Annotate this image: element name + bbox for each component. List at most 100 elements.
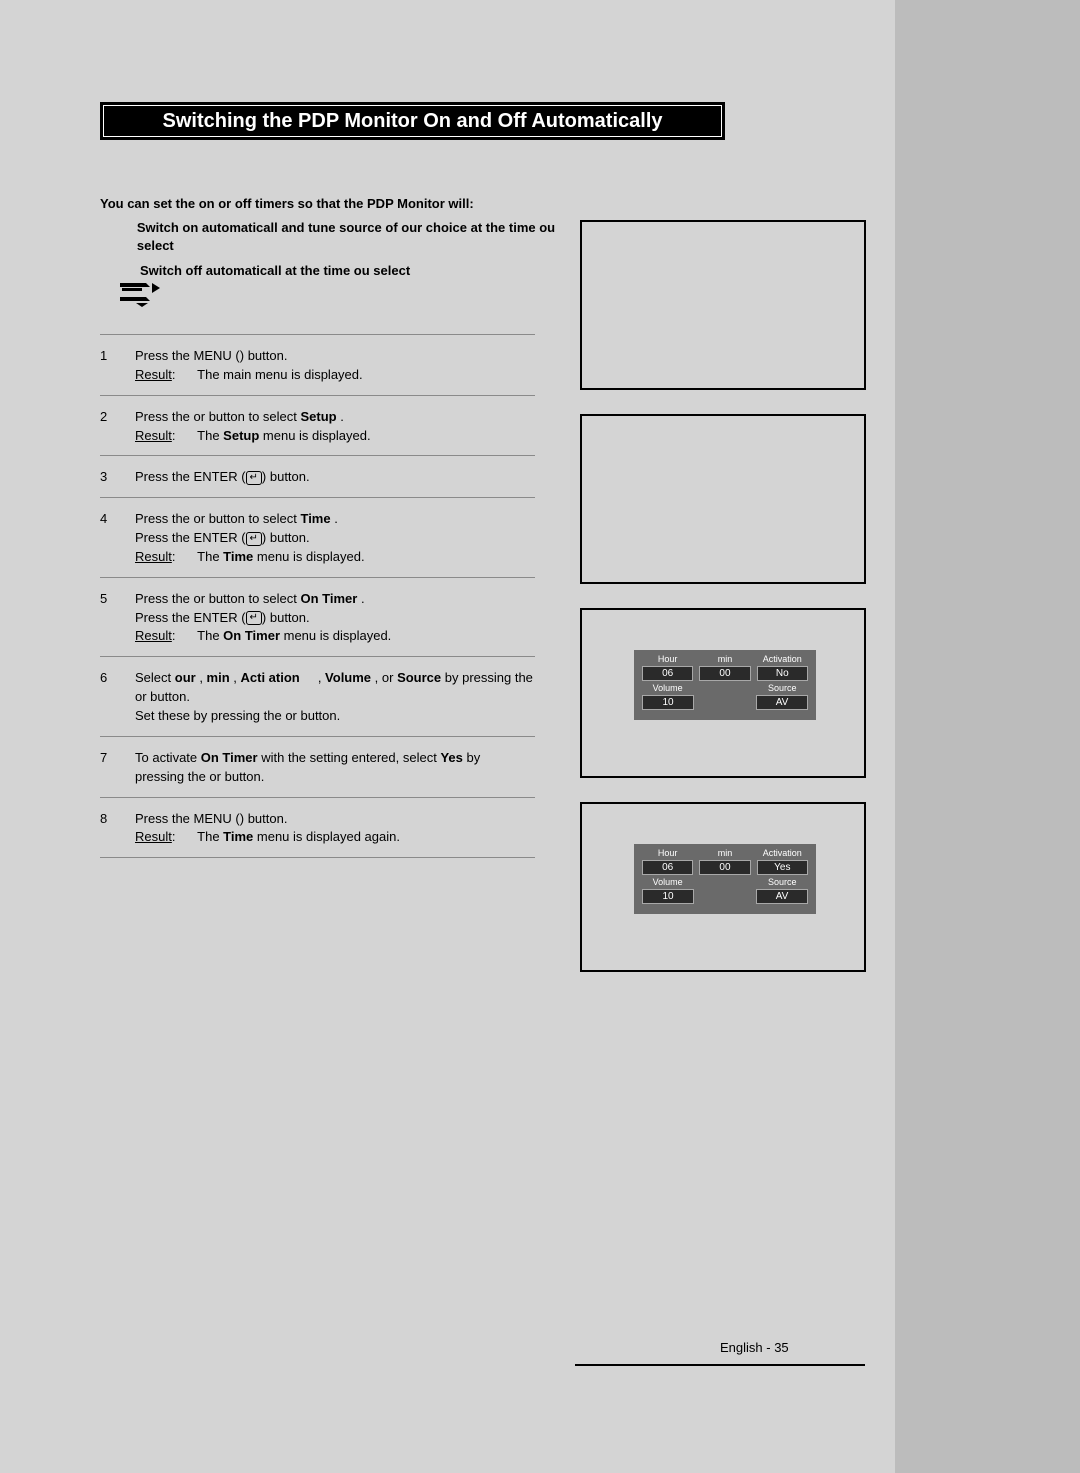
step-text: Select (135, 670, 175, 685)
step-text: Press the ENTER ( (135, 610, 246, 625)
intro-bullet-2: Switch off automaticall at the time ou s… (140, 262, 410, 280)
osd-label-volume: Volume (642, 683, 693, 693)
step-text: Press the ENTER ( (135, 469, 246, 484)
page-title-box: Switching the PDP Monitor On and Off Aut… (100, 102, 725, 140)
osd-label-activation: Activation (757, 848, 808, 858)
w3: Acti ation (241, 670, 300, 685)
osd-val-activation: Yes (757, 860, 808, 875)
setup-word: Setup (300, 409, 336, 424)
sep: , (371, 670, 382, 685)
step-3: 3 Press the ENTER (↵) button. (100, 462, 535, 491)
result-label: Result (135, 829, 172, 844)
result-text: The (197, 428, 223, 443)
screen-panel-2 (580, 414, 866, 584)
step-num: 5 (100, 590, 135, 647)
yes-word: Yes (440, 750, 462, 765)
step-4: 4 Press the or button to select Time . P… (100, 504, 535, 571)
result-label: Result (135, 628, 172, 643)
osd-val-empty (700, 889, 750, 904)
w4: Volume (325, 670, 371, 685)
step-num: 3 (100, 468, 135, 487)
step-text: . (357, 591, 364, 606)
step-text: Set these by pressing the or button. (135, 708, 340, 723)
ontimer-word: On Timer (300, 591, 357, 606)
step-num: 1 (100, 347, 135, 385)
step-text: or button. (135, 689, 190, 704)
w5: Source (397, 670, 441, 685)
step-text: pressing the or button. (135, 769, 264, 784)
osd-val-volume: 10 (642, 695, 694, 710)
result-text: The (197, 829, 223, 844)
step-text: ) button. (262, 610, 310, 625)
setup-word: Setup (223, 428, 259, 443)
step-text: . (337, 409, 344, 424)
osd-val-empty (700, 695, 750, 710)
step-num: 4 (100, 510, 135, 567)
result-text: menu is displayed. (259, 428, 370, 443)
result-text: menu is displayed again. (253, 829, 400, 844)
step-1: 1 Press the MENU () button. Result: The … (100, 341, 535, 389)
screen-panel-1 (580, 220, 866, 390)
osd-val-source: AV (756, 695, 808, 710)
sep: , (196, 670, 207, 685)
or-word: or (382, 670, 397, 685)
w2: min (207, 670, 230, 685)
osd-val-min: 00 (699, 860, 750, 875)
note-row (100, 283, 164, 307)
step-text: Press the ENTER ( (135, 530, 246, 545)
time-word: Time (223, 829, 253, 844)
step-text: Press the or button to select (135, 409, 300, 424)
step-8: 8 Press the MENU () button. Result: The … (100, 804, 535, 852)
step-6: 6 Select our , min , Acti ation , Volume… (100, 663, 535, 730)
osd-label-empty (699, 683, 750, 693)
ontimer-word: On Timer (223, 628, 280, 643)
result-text: The main menu is displayed. (197, 367, 362, 382)
osd-label-hour: Hour (642, 848, 693, 858)
step-text: ) button. (240, 811, 288, 826)
osd-label-min: min (699, 848, 750, 858)
step-text: by (463, 750, 480, 765)
steps-list: 1 Press the MENU () button. Result: The … (100, 328, 535, 864)
osd-label-min: min (699, 654, 750, 664)
step-text: . (331, 511, 338, 526)
enter-icon: ↵ (246, 532, 262, 546)
sep: , (314, 670, 325, 685)
step-text: by pressing the (441, 670, 533, 685)
osd-val-hour: 06 (642, 860, 693, 875)
footer-divider (575, 1364, 865, 1366)
time-word: Time (300, 511, 330, 526)
step-num: 2 (100, 408, 135, 446)
osd-label-source: Source (757, 877, 808, 887)
result-text: menu is displayed. (253, 549, 364, 564)
result-text: The (197, 628, 223, 643)
osd-label-activation: Activation (757, 654, 808, 664)
page-footer: English - 35 (720, 1340, 789, 1355)
sep: , (230, 670, 241, 685)
enter-icon: ↵ (246, 611, 262, 625)
result-label: Result (135, 549, 172, 564)
step-text: ) button. (262, 469, 310, 484)
w1: our (175, 670, 196, 685)
osd-val-min: 00 (699, 666, 750, 681)
right-gray-band (895, 0, 1080, 1473)
osd-label-empty (699, 877, 750, 887)
result-label: Result (135, 367, 172, 382)
time-word: Time (223, 549, 253, 564)
step-text: Press the MENU ( (135, 348, 240, 363)
osd-val-hour: 06 (642, 666, 693, 681)
step-num: 8 (100, 810, 135, 848)
bullet-symbol (100, 219, 137, 255)
step-num: 6 (100, 669, 135, 726)
result-text: menu is displayed. (280, 628, 391, 643)
osd-val-activation: No (757, 666, 808, 681)
step-text: ) button. (262, 530, 310, 545)
side-panels: Hour min Activation 06 00 No Volume Sour… (580, 220, 870, 996)
osd-val-source: AV (756, 889, 808, 904)
osd-box: Hour min Activation 06 00 No Volume Sour… (634, 650, 816, 720)
osd-label-hour: Hour (642, 654, 693, 664)
step-text: ) button. (240, 348, 288, 363)
ontimer-word: On Timer (201, 750, 258, 765)
osd-label-volume: Volume (642, 877, 693, 887)
step-text: Press the MENU ( (135, 811, 240, 826)
menu-icon (120, 283, 164, 307)
